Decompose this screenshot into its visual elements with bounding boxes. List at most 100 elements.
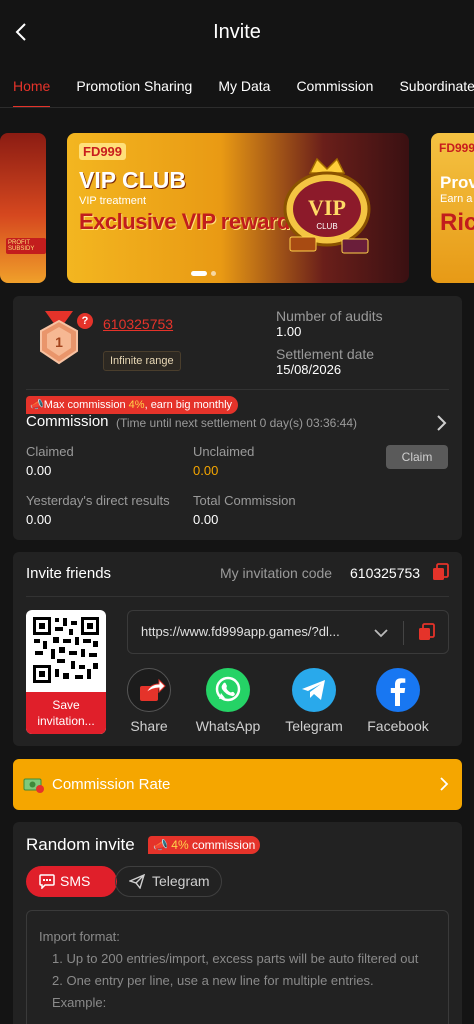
vip-badge-icon: VIP CLUB <box>283 157 371 254</box>
import-textarea[interactable]: Import format: 1. Up to 200 entries/impo… <box>26 910 449 1024</box>
telegram-invite-button[interactable]: Telegram <box>115 866 222 897</box>
audits-value: 1.00 <box>276 324 302 339</box>
copy-code-icon[interactable] <box>432 563 450 581</box>
random-commission-tag: 📣 4% commission <box>148 836 261 854</box>
copy-link-icon[interactable] <box>418 623 436 641</box>
invitation-code-label: My invitation code <box>220 565 333 581</box>
share-label: Share <box>130 718 168 734</box>
help-icon[interactable]: ? <box>77 313 93 329</box>
vip-badge-subtext: CLUB <box>316 222 337 231</box>
whatsapp-icon <box>206 668 250 712</box>
level-number: 1 <box>55 334 63 350</box>
range-badge: Infinite range <box>103 351 181 371</box>
megaphone-icon: 📣 <box>30 399 44 411</box>
banner-headline: VIP CLUB <box>79 167 186 193</box>
unclaimed-value: 0.00 <box>193 463 219 478</box>
settlement-countdown: (Time until next settlement 0 day(s) 03:… <box>116 416 357 430</box>
sms-label: SMS <box>60 873 91 889</box>
telegram-invite-label: Telegram <box>152 873 210 889</box>
telegram-label: Telegram <box>285 718 343 734</box>
carousel-dot-active <box>191 271 207 276</box>
qr-code-card: Save invitation... <box>26 610 106 734</box>
invite-link-text: https://www.fd999app.games/?dl... <box>141 624 340 639</box>
invitation-code: 610325753 <box>350 565 421 581</box>
money-icon <box>23 778 44 793</box>
banner-next-sub: Earn a <box>440 193 473 205</box>
whatsapp-button[interactable]: WhatsApp <box>193 668 263 734</box>
carousel-dot <box>211 271 216 276</box>
banner-left-tag: PROFIT SUBSIDY <box>6 238 46 254</box>
tab-subordinate[interactable]: Subordinate <box>399 64 474 107</box>
tab-bar: Home Promotion Sharing My Data Commissio… <box>0 64 474 108</box>
brand-logo-next: FD999 <box>439 141 474 155</box>
random-commission-suffix: commission <box>188 838 256 852</box>
claim-button[interactable]: Claim <box>386 445 448 469</box>
import-rule-2: 2. One entry per line, use a new line fo… <box>52 973 374 988</box>
banner-next-headline: Prov <box>440 173 474 192</box>
facebook-icon <box>376 668 420 712</box>
max-commission-prefix: Max commission <box>43 399 129 411</box>
tab-promotion-sharing[interactable]: Promotion Sharing <box>76 64 192 107</box>
tab-commission[interactable]: Commission <box>296 64 373 107</box>
tab-my-data[interactable]: My Data <box>218 64 270 107</box>
telegram-icon <box>292 668 336 712</box>
commission-title: Commission <box>26 413 109 430</box>
invite-friends-title: Invite friends <box>26 565 112 582</box>
banner-next-tag: Ric <box>440 209 474 236</box>
page-title: Invite <box>213 20 261 43</box>
divider <box>26 389 449 390</box>
claimed-label: Claimed <box>26 444 74 459</box>
link-separator <box>403 621 404 645</box>
total-commission-value: 0.00 <box>193 512 219 527</box>
banner-slide-vip[interactable]: FD999 VIP CLUB VIP treatment Exclusive V… <box>67 133 409 283</box>
facebook-button[interactable]: Facebook <box>363 668 433 734</box>
banner-tagline: Exclusive VIP rewards <box>79 209 302 234</box>
megaphone-icon: 📣 <box>153 838 168 852</box>
max-commission-tag: 📣Max commission 4%, earn big monthly <box>26 396 239 414</box>
commission-rate-bar[interactable]: Commission Rate <box>13 759 462 810</box>
tab-home[interactable]: Home <box>13 64 51 107</box>
chevron-right-icon[interactable] <box>434 414 448 432</box>
user-id-link[interactable]: 610325753 <box>103 316 173 332</box>
invite-friends-card: Invite friends My invitation code 610325… <box>13 552 462 746</box>
commission-rate-label: Commission Rate <box>52 776 171 793</box>
commission-card: 1 ? 610325753 Infinite range Number of a… <box>13 296 462 540</box>
invite-link-field[interactable]: https://www.fd999app.games/?dl... <box>127 610 449 654</box>
share-icon <box>127 668 171 712</box>
back-arrow-icon[interactable] <box>10 20 34 44</box>
random-commission-pct: 4% <box>171 838 189 852</box>
random-invite-card: Random invite 📣 4% commission SMS Telegr… <box>13 822 462 1024</box>
settlement-label: Settlement date <box>276 346 375 362</box>
settlement-value: 15/08/2026 <box>276 362 342 377</box>
import-example: Example: <box>52 995 107 1010</box>
carousel-dots <box>191 271 216 276</box>
vip-badge-text: VIP <box>308 195 346 220</box>
banner-carousel[interactable]: PROFIT SUBSIDY FD999 VIP CLUB VIP treatm… <box>0 133 474 283</box>
max-commission-suffix: , earn big monthly <box>144 399 233 411</box>
top-bar: Invite <box>0 0 474 64</box>
save-invitation-button[interactable]: Save invitation... <box>26 692 106 734</box>
sms-icon <box>39 874 55 889</box>
sms-button[interactable]: SMS <box>26 866 117 897</box>
paper-plane-icon <box>129 874 145 889</box>
banner-slide-prev[interactable]: PROFIT SUBSIDY <box>0 133 46 283</box>
banner-subline: VIP treatment <box>79 195 147 207</box>
import-rule-1: 1. Up to 200 entries/import, excess part… <box>52 951 419 966</box>
max-commission-pct: 4% <box>128 399 145 411</box>
banner-slide-next[interactable]: FD999 Prov Earn a Ric <box>431 133 474 283</box>
whatsapp-label: WhatsApp <box>195 718 261 734</box>
audits-label: Number of audits <box>276 308 383 324</box>
random-invite-title: Random invite <box>26 835 135 854</box>
yesterday-value: 0.00 <box>26 512 52 527</box>
claimed-value: 0.00 <box>26 463 52 478</box>
telegram-button[interactable]: Telegram <box>279 668 349 734</box>
qr-code-icon <box>31 615 101 685</box>
yesterday-label: Yesterday's direct results <box>26 493 170 508</box>
chevron-down-icon[interactable] <box>374 626 388 640</box>
chevron-right-icon <box>440 777 449 791</box>
divider <box>26 596 449 597</box>
brand-logo: FD999 <box>79 143 127 160</box>
total-commission-label: Total Commission <box>193 493 296 508</box>
share-button[interactable]: Share <box>114 668 184 734</box>
import-title: Import format: <box>39 929 120 944</box>
